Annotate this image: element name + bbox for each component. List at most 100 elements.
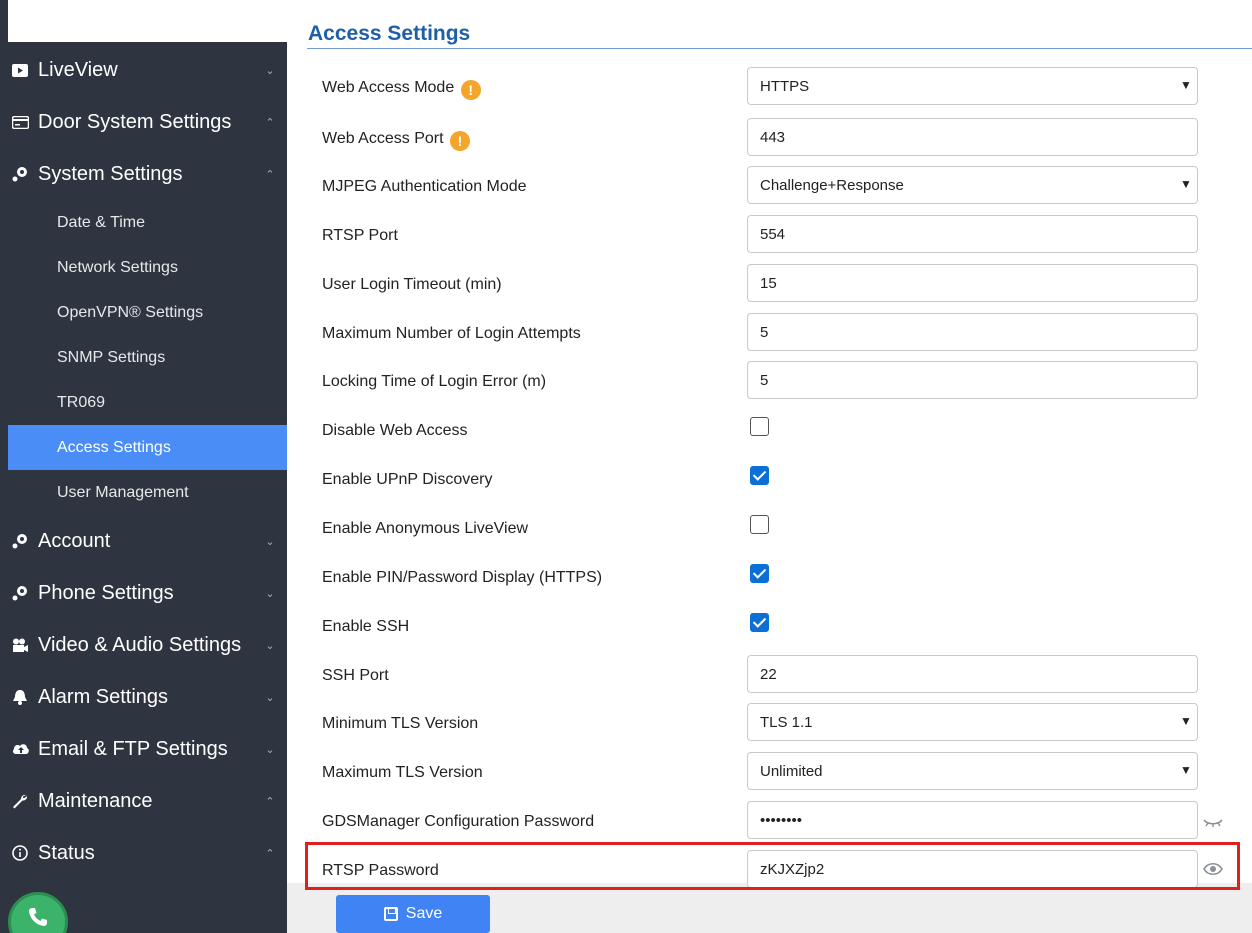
sidebar-subitem-tr069[interactable]: TR069 bbox=[8, 380, 287, 425]
field-label: Enable SSH bbox=[322, 618, 410, 635]
sidebar-nav: LiveView ⌄ Door System Settings ⌃ System… bbox=[0, 44, 287, 879]
main-content: Access Settings Web Access Mode ! HTTPS … bbox=[287, 0, 1252, 933]
sidebar-item-label: Alarm Settings bbox=[38, 685, 169, 708]
min-tls-select[interactable]: TLS 1.1 bbox=[747, 703, 1198, 741]
sidebar-item-door-system-settings[interactable]: Door System Settings ⌃ bbox=[0, 96, 287, 148]
page-title: Access Settings bbox=[308, 22, 471, 45]
sidebar-header bbox=[8, 0, 287, 42]
sidebar-item-alarm-settings[interactable]: Alarm Settings ⌄ bbox=[0, 671, 287, 723]
sidebar-item-phone-settings[interactable]: Phone Settings ⌄ bbox=[0, 567, 287, 619]
row-max-login-attempts: Maximum Number of Login Attempts 5 bbox=[287, 313, 1252, 357]
chevron-down-icon: ⌄ bbox=[265, 587, 275, 600]
row-web-access-mode: Web Access Mode ! HTTPS ▼ bbox=[287, 67, 1252, 111]
row-web-access-port: Web Access Port ! 443 bbox=[287, 118, 1252, 162]
camera-icon bbox=[12, 638, 34, 652]
sidebar-item-status[interactable]: Status ⌃ bbox=[0, 827, 287, 879]
sidebar-item-email-ftp-settings[interactable]: Email & FTP Settings ⌄ bbox=[0, 723, 287, 775]
save-button-label: Save bbox=[405, 905, 443, 922]
disable-web-access-checkbox[interactable] bbox=[750, 417, 769, 436]
enable-anonymous-liveview-checkbox[interactable] bbox=[750, 515, 769, 534]
web-access-port-input[interactable]: 443 bbox=[747, 118, 1198, 156]
sidebar-item-label: Door System Settings bbox=[38, 110, 232, 133]
sidebar-item-liveview[interactable]: LiveView ⌄ bbox=[0, 44, 287, 96]
video-icon bbox=[12, 63, 34, 77]
sidebar-item-label: Account bbox=[38, 529, 111, 552]
chevron-up-icon: ⌃ bbox=[265, 847, 275, 860]
rtsp-port-input[interactable]: 554 bbox=[747, 215, 1198, 253]
sidebar-item-video-audio-settings[interactable]: Video & Audio Settings ⌄ bbox=[0, 619, 287, 671]
row-min-tls: Minimum TLS Version TLS 1.1 ▼ bbox=[287, 703, 1252, 747]
sidebar-item-account[interactable]: Account ⌄ bbox=[0, 515, 287, 567]
sidebar-item-label: LiveView bbox=[38, 58, 118, 81]
gear-icon bbox=[12, 585, 34, 601]
field-label: User Login Timeout (min) bbox=[322, 276, 502, 293]
field-label: Maximum Number of Login Attempts bbox=[322, 325, 581, 342]
sidebar: LiveView ⌄ Door System Settings ⌃ System… bbox=[0, 0, 287, 933]
sidebar-item-label: Email & FTP Settings bbox=[38, 737, 228, 760]
row-mjpeg-auth-mode: MJPEG Authentication Mode Challenge+Resp… bbox=[287, 166, 1252, 210]
sidebar-subitem-access-settings[interactable]: Access Settings bbox=[8, 425, 287, 470]
ssh-port-input[interactable]: 22 bbox=[747, 655, 1198, 693]
locking-time-input[interactable]: 5 bbox=[747, 361, 1198, 399]
sidebar-item-system-settings[interactable]: System Settings ⌃ bbox=[0, 148, 287, 200]
warning-icon[interactable]: ! bbox=[460, 80, 481, 100]
sidebar-item-label: System Settings bbox=[38, 162, 183, 185]
sidebar-subitem-snmp-settings[interactable]: SNMP Settings bbox=[8, 335, 287, 380]
row-max-tls: Maximum TLS Version Unlimited ▼ bbox=[287, 752, 1252, 796]
wrench-icon bbox=[12, 793, 34, 809]
gear-icon bbox=[12, 533, 34, 549]
enable-upnp-checkbox[interactable] bbox=[750, 466, 769, 485]
field-label: Enable UPnP Discovery bbox=[322, 471, 493, 488]
bell-icon bbox=[12, 689, 34, 705]
row-login-timeout: User Login Timeout (min) 15 bbox=[287, 264, 1252, 308]
field-label: RTSP Port bbox=[322, 227, 398, 244]
sidebar-subitem-network-settings[interactable]: Network Settings bbox=[8, 245, 287, 290]
eye-closed-icon[interactable] bbox=[1203, 815, 1223, 831]
field-label: SSH Port bbox=[322, 667, 389, 684]
chevron-down-icon: ⌄ bbox=[265, 64, 275, 77]
field-label: Web Access Port ! bbox=[322, 130, 470, 151]
save-button[interactable]: Save bbox=[336, 895, 490, 933]
warning-icon[interactable]: ! bbox=[449, 131, 470, 151]
max-tls-select[interactable]: Unlimited bbox=[747, 752, 1198, 790]
field-label: Enable PIN/Password Display (HTTPS) bbox=[322, 569, 603, 586]
field-label: Maximum TLS Version bbox=[322, 764, 483, 781]
login-timeout-input[interactable]: 15 bbox=[747, 264, 1198, 302]
field-label: GDSManager Configuration Password bbox=[322, 813, 595, 830]
chevron-down-icon: ⌄ bbox=[265, 535, 275, 548]
chevron-up-icon: ⌃ bbox=[265, 116, 275, 129]
chevron-down-icon: ⌄ bbox=[265, 743, 275, 756]
cloud-upload-icon bbox=[12, 742, 34, 756]
gds-password-input[interactable]: •••••••• bbox=[747, 801, 1198, 839]
field-label: MJPEG Authentication Mode bbox=[322, 178, 527, 195]
mjpeg-auth-mode-select[interactable]: Challenge+Response bbox=[747, 166, 1198, 204]
sidebar-item-label: Maintenance bbox=[38, 789, 153, 812]
field-label: Enable Anonymous LiveView bbox=[322, 520, 529, 537]
sidebar-item-maintenance[interactable]: Maintenance ⌃ bbox=[0, 775, 287, 827]
sidebar-subitem-openvpn-settings[interactable]: OpenVPN® Settings bbox=[8, 290, 287, 335]
row-disable-web-access: Disable Web Access bbox=[287, 410, 1252, 454]
enable-ssh-checkbox[interactable] bbox=[750, 613, 769, 632]
sidebar-item-label: Video & Audio Settings bbox=[38, 633, 242, 656]
enable-pin-display-checkbox[interactable] bbox=[750, 564, 769, 583]
row-enable-pin-display: Enable PIN/Password Display (HTTPS) bbox=[287, 557, 1252, 601]
row-enable-anonymous-liveview: Enable Anonymous LiveView bbox=[287, 508, 1252, 552]
field-label: Disable Web Access bbox=[322, 422, 468, 439]
sidebar-subitem-user-management[interactable]: User Management bbox=[8, 470, 287, 515]
web-access-mode-select[interactable]: HTTPS bbox=[747, 67, 1198, 105]
field-label: Locking Time of Login Error (m) bbox=[322, 373, 547, 390]
field-label: Minimum TLS Version bbox=[322, 715, 479, 732]
max-login-attempts-input[interactable]: 5 bbox=[747, 313, 1198, 351]
row-enable-ssh: Enable SSH bbox=[287, 606, 1252, 650]
row-locking-time: Locking Time of Login Error (m) 5 bbox=[287, 361, 1252, 405]
row-rtsp-port: RTSP Port 554 bbox=[287, 215, 1252, 259]
call-button[interactable] bbox=[8, 892, 68, 933]
phone-icon bbox=[26, 905, 50, 933]
sidebar-subitem-date-time[interactable]: Date & Time bbox=[8, 200, 287, 245]
chevron-up-icon: ⌃ bbox=[265, 795, 275, 808]
chevron-down-icon: ⌄ bbox=[265, 691, 275, 704]
chevron-up-icon: ⌃ bbox=[265, 168, 275, 181]
field-label: Web Access Mode ! bbox=[322, 79, 481, 100]
sidebar-item-label: Status bbox=[38, 841, 95, 864]
door-settings-icon bbox=[12, 115, 34, 129]
